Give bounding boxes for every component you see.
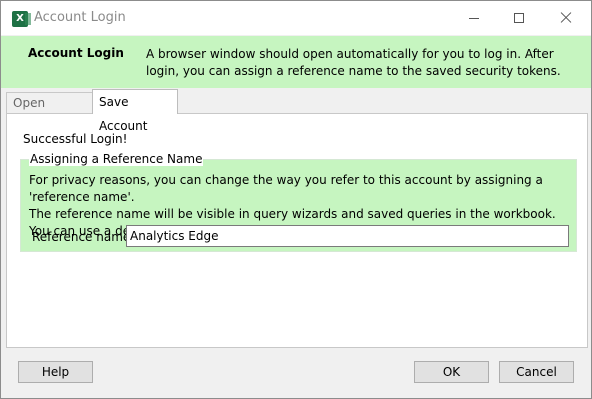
close-button[interactable] [542, 1, 588, 35]
cancel-button[interactable]: Cancel [499, 361, 574, 383]
reference-name-input[interactable] [126, 225, 569, 247]
header-description: A browser window should open automatical… [146, 47, 561, 78]
reference-name-group: Assigning a Reference Name For privacy r… [20, 152, 577, 252]
tab-panel-save-account: Successful Login! Assigning a Reference … [6, 113, 588, 348]
tab-open-browser[interactable]: Open Browser [6, 92, 93, 131]
close-icon [542, 1, 588, 35]
group-legend: Assigning a Reference Name [29, 152, 204, 166]
window-title: Account Login [34, 10, 126, 25]
tab-save-account[interactable]: Save Account [92, 89, 178, 133]
explanation-line-2: The reference name will be visible in qu… [29, 207, 556, 221]
excel-app-icon: X [12, 11, 31, 27]
header-title: Account Login [28, 46, 124, 60]
help-button[interactable]: Help [18, 361, 93, 383]
ok-button[interactable]: OK [414, 361, 489, 383]
minimize-button[interactable] [451, 1, 497, 35]
maximize-icon [514, 13, 524, 23]
account-login-dialog: X Account Login Account Login A browser … [0, 0, 592, 399]
reference-name-label: Reference name: [32, 230, 135, 244]
minimize-icon [469, 18, 479, 19]
header-banner: Account Login A browser window should op… [1, 36, 591, 88]
explanation-line-1: For privacy reasons, you can change the … [29, 173, 543, 204]
maximize-button[interactable] [496, 1, 542, 35]
title-bar[interactable]: X Account Login [1, 1, 591, 35]
